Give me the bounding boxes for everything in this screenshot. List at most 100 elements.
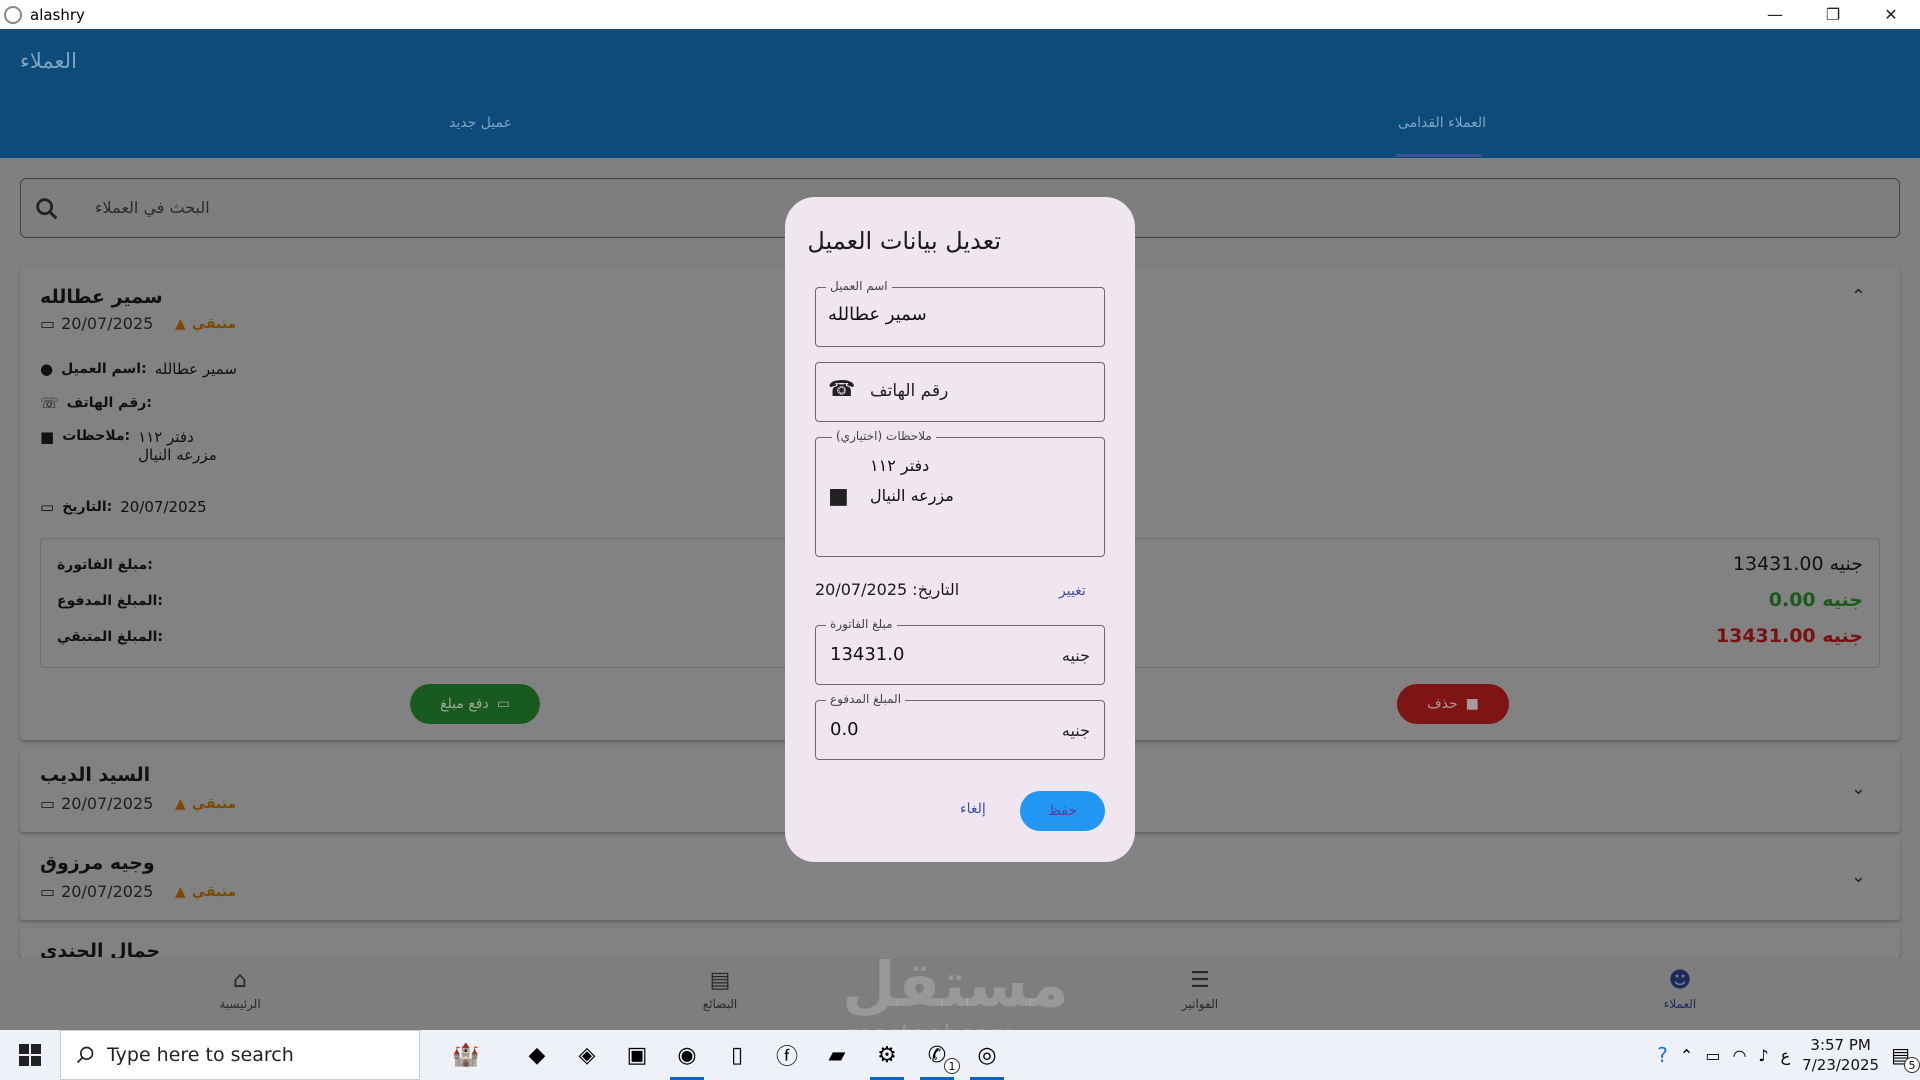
search-icon: [76, 1046, 94, 1064]
detail-name-row: ● اسم العميل: سمير عطالله: [40, 360, 237, 378]
status-badge: ▲ متبقي: [175, 316, 237, 332]
warning-icon: ▲: [175, 884, 186, 900]
calendar-icon: ▭: [40, 498, 55, 516]
note-icon: ■: [40, 428, 55, 446]
customer-date: ▭ 20/07/2025: [40, 314, 154, 333]
whatsapp-icon[interactable]: ✆ 1: [912, 1030, 962, 1080]
phone-field[interactable]: ☎ رقم الهاتف: [815, 362, 1105, 422]
page-title: العملاء: [20, 49, 77, 73]
paid-amount-value: 0.00 جنيه: [1768, 589, 1863, 611]
customer-name-field[interactable]: اسم العميل سمير عطالله: [815, 279, 1105, 347]
calendar-icon: ▭: [40, 314, 56, 333]
notes-field[interactable]: ملاحظات (اختياري) ■ دفتر ١١٢ مزرعه النيا…: [815, 429, 1105, 557]
warning-icon: ▲: [175, 316, 186, 332]
people-icon: ☻: [1668, 968, 1692, 993]
app-logo-icon: [4, 5, 22, 24]
window-titlebar: alashry — ❐ ✕: [0, 0, 1920, 29]
calendar-icon: ▭: [40, 882, 56, 901]
dialog-title: تعديل بيانات العميل: [807, 227, 1001, 255]
file-explorer-icon[interactable]: ▰: [812, 1030, 862, 1080]
change-date-button[interactable]: تغيير: [1059, 583, 1086, 599]
archive-icon: ▤: [709, 968, 731, 993]
nav-goods[interactable]: ▤ البضائع: [670, 968, 770, 1011]
field-label: ملاحظات (اختياري): [832, 429, 936, 443]
currency-suffix: جنيه: [1061, 646, 1090, 665]
customer-name: سمير عطالله: [40, 286, 163, 308]
note-icon: ■: [828, 484, 849, 509]
chevron-up-icon[interactable]: ⌃: [1851, 286, 1866, 307]
field-value: 0.0: [830, 719, 859, 740]
remaining-amount-label: المبلغ المتبقي:: [57, 629, 164, 645]
chevron-down-icon[interactable]: ⌄: [1851, 778, 1866, 799]
nav-invoices[interactable]: ☰ الفواتير: [1150, 968, 1250, 1011]
field-label: مبلغ الفاتورة: [826, 617, 897, 631]
field-label: اسم العميل: [826, 279, 892, 293]
nav-home[interactable]: ⌂ الرئيسية: [190, 968, 290, 1011]
m365-icon[interactable]: ◈: [562, 1030, 612, 1080]
cancel-button[interactable]: إلغاء: [960, 801, 986, 817]
date-text: التاريخ: 20/07/2025: [815, 580, 960, 599]
paid-amount-label: المبلغ المدفوع:: [57, 593, 163, 609]
field-value: سمير عطالله: [828, 304, 927, 325]
volume-icon[interactable]: ♪: [1758, 1046, 1768, 1065]
customer-name: جمال الجندي: [40, 940, 161, 958]
notes-line-1: دفتر ١١٢: [870, 456, 930, 475]
wifi-icon[interactable]: ◠: [1732, 1046, 1746, 1065]
start-button[interactable]: [0, 1030, 60, 1080]
field-value: 13431.0: [830, 644, 905, 665]
taskbar-search[interactable]: Type here to search: [60, 1030, 420, 1080]
watermark-logo: مستقل: [842, 948, 1069, 1021]
clock[interactable]: 3:57 PM 7/23/2025: [1802, 1035, 1879, 1075]
paid-amount-field[interactable]: المبلغ المدفوع 0.0 جنيه: [815, 692, 1105, 760]
detail-notes-row: ■ ملاحظات: دفتر ١١٢ مزرعه النيال: [40, 428, 217, 464]
field-placeholder: رقم الهاتف: [870, 381, 949, 401]
language-indicator[interactable]: ع: [1781, 1046, 1791, 1065]
news-widget-icon[interactable]: 🏰: [420, 1030, 512, 1080]
restore-button[interactable]: ❐: [1804, 0, 1862, 29]
remaining-amount-value: 13431.00 جنيه: [1715, 625, 1863, 647]
save-button[interactable]: حفظ: [1020, 791, 1105, 831]
customer-name: السيد الديب: [40, 764, 151, 786]
windows-logo-icon: [19, 1044, 41, 1066]
minimize-button[interactable]: —: [1746, 0, 1804, 29]
tab-new-customer[interactable]: عميل جديد: [449, 115, 512, 131]
tab-indicator: [1396, 154, 1482, 157]
edit-customer-dialog: تعديل بيانات العميل اسم العميل سمير عطال…: [785, 197, 1135, 862]
trash-icon: ■: [1465, 696, 1479, 712]
customer-date: ▭ 20/07/2025: [40, 882, 154, 901]
chrome-icon[interactable]: ◉: [662, 1030, 712, 1080]
chevron-up-icon[interactable]: ⌃: [1680, 1046, 1693, 1065]
invoice-amount-field[interactable]: مبلغ الفاتورة 13431.0 جنيه: [815, 617, 1105, 685]
nav-customers[interactable]: ☻ العملاء: [1630, 968, 1730, 1011]
store-icon[interactable]: ▣: [612, 1030, 662, 1080]
settings-gear-icon[interactable]: ⚙: [862, 1030, 912, 1080]
person-icon: ●: [40, 360, 54, 378]
notes-app-icon[interactable]: ▯: [712, 1030, 762, 1080]
alashry-app-icon[interactable]: ◎: [962, 1030, 1012, 1080]
invoice-amount-label: مبلغ الفاتورة:: [57, 557, 153, 573]
field-label: المبلغ المدفوع: [826, 692, 906, 706]
close-button[interactable]: ✕: [1862, 0, 1920, 29]
chevron-down-icon[interactable]: ⌄: [1851, 866, 1866, 887]
notifications-icon[interactable]: ▤ 5: [1891, 1043, 1920, 1073]
search-placeholder: البحث في العملاء: [95, 198, 210, 217]
copilot-icon[interactable]: ◆: [512, 1030, 562, 1080]
windows-taskbar: Type here to search 🏰 ◆ ◈ ▣ ◉ ▯ ⓕ ▰ ⚙ ✆ 1…: [0, 1030, 1920, 1080]
customer-date: ▭ 20/07/2025: [40, 794, 154, 813]
status-badge: ▲ متبقي: [175, 884, 237, 900]
phone-icon: ☏: [40, 394, 59, 412]
help-icon[interactable]: ?: [1657, 1043, 1668, 1067]
pay-amount-button[interactable]: دفع مبلغ ▭: [410, 684, 540, 724]
phone-icon: ☎: [828, 377, 856, 402]
system-tray: ? ⌃ ▭ ◠ ♪ ع 3:57 PM 7/23/2025 ▤ 5: [1657, 1030, 1920, 1080]
notes-line-2: مزرعه النيال: [870, 486, 954, 505]
tab-old-customers[interactable]: العملاء القدامى: [1398, 115, 1486, 131]
delete-button[interactable]: حذف ■: [1397, 684, 1509, 724]
home-icon: ⌂: [233, 968, 247, 993]
customer-name: وجيه مرزوق: [40, 852, 155, 874]
battery-icon[interactable]: ▭: [1705, 1046, 1720, 1065]
receipt-icon: ☰: [1190, 968, 1210, 993]
app-bar: العملاء العملاء القدامى عميل جديد: [0, 29, 1920, 158]
facebook-icon[interactable]: ⓕ: [762, 1030, 812, 1080]
credit-card-icon: ▭: [496, 696, 510, 712]
